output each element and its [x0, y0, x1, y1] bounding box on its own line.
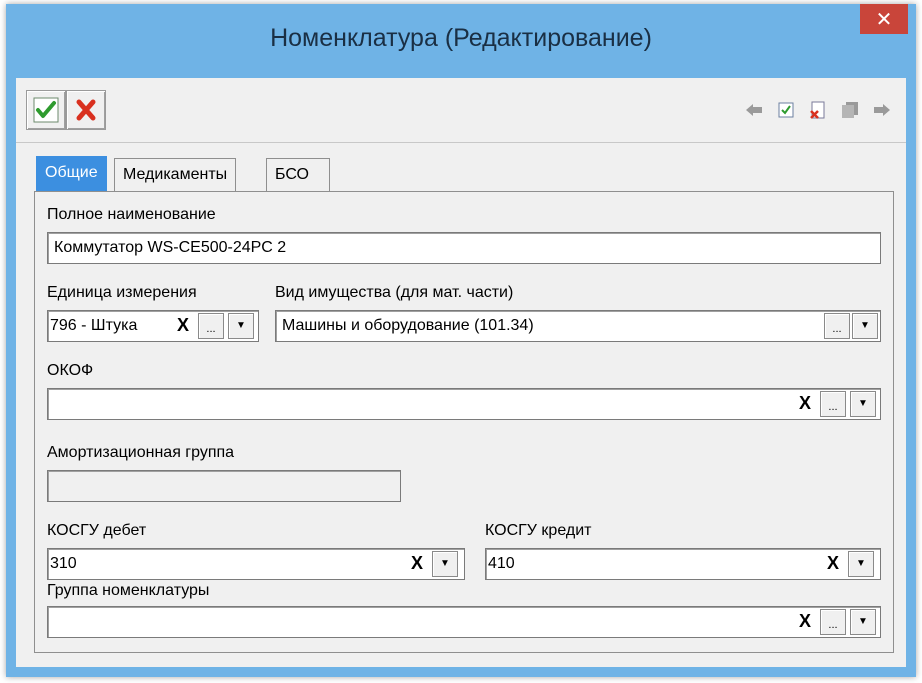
property-type-ellipsis-button[interactable]: ... [824, 313, 850, 339]
dialog-window: Номенклатура (Редактирование) ✕ Общие Ме… [6, 4, 916, 677]
nomenclature-group-field[interactable]: X ... ▼ [47, 606, 881, 638]
tab-bso[interactable]: БСО [266, 158, 330, 191]
kosgu-debit-dropdown-icon[interactable]: ▼ [432, 551, 458, 577]
nomenclature-group-ellipsis-button[interactable]: ... [820, 609, 846, 635]
unit-dropdown-icon[interactable]: ▼ [228, 313, 254, 339]
copy-document-button[interactable] [840, 100, 860, 120]
okof-field[interactable]: X ... ▼ [47, 388, 881, 420]
kosgu-debit-clear-icon[interactable]: X [406, 551, 428, 577]
checkmark-icon [33, 97, 59, 123]
kosgu-credit-clear-icon[interactable]: X [822, 551, 844, 577]
nomenclature-group-clear-icon[interactable]: X [794, 609, 816, 635]
kosgu-credit-label: КОСГУ кредит [485, 522, 592, 539]
property-type-dropdown-icon[interactable]: ▼ [852, 313, 878, 339]
okof-label: ОКОФ [47, 362, 94, 379]
unit-value: 796 - Штука [50, 317, 138, 334]
close-button[interactable]: ✕ [860, 4, 908, 34]
kosgu-debit-field[interactable]: 310 X ▼ [47, 548, 465, 580]
copy-document-icon [842, 102, 858, 118]
check-document-button[interactable] [776, 100, 796, 120]
kosgu-debit-value: 310 [50, 555, 77, 572]
full-name-value: Коммутатор WS-CE500-24PC 2 [54, 239, 287, 256]
tab-general[interactable]: Общие [36, 156, 107, 191]
unit-label: Единица измерения [47, 284, 197, 301]
nomenclature-group-dropdown-icon[interactable]: ▼ [850, 609, 876, 635]
property-type-value: Машины и оборудование (101.34) [282, 317, 534, 334]
tab-medications[interactable]: Медикаменты [114, 158, 237, 191]
depreciation-group-label: Амортизационная группа [47, 444, 235, 461]
unit-field[interactable]: 796 - Штука X ... ▼ [47, 310, 259, 342]
unit-ellipsis-button[interactable]: ... [198, 313, 224, 339]
okof-clear-icon[interactable]: X [794, 391, 816, 417]
kosgu-credit-value: 410 [488, 555, 515, 572]
nomenclature-group-label: Группа номенклатуры [47, 582, 210, 599]
kosgu-credit-field[interactable]: 410 X ▼ [485, 548, 881, 580]
delete-document-icon [810, 101, 825, 119]
depreciation-group-field [47, 470, 401, 502]
property-type-field[interactable]: Машины и оборудование (101.34) ... ▼ [275, 310, 881, 342]
unit-clear-icon[interactable]: X [172, 313, 194, 339]
next-record-button[interactable] [872, 100, 892, 120]
tab-panel-general: Полное наименование Коммутатор WS-CE500-… [34, 191, 894, 653]
arrow-left-icon [746, 104, 762, 116]
check-document-icon [778, 102, 794, 118]
okof-dropdown-icon[interactable]: ▼ [850, 391, 876, 417]
kosgu-debit-label: КОСГУ дебет [47, 522, 147, 539]
window-title: Номенклатура (Редактирование) [270, 24, 652, 52]
property-type-label: Вид имущества (для мат. части) [275, 284, 514, 301]
kosgu-credit-dropdown-icon[interactable]: ▼ [848, 551, 874, 577]
title-bar[interactable]: Номенклатура (Редактирование) ✕ [6, 4, 916, 78]
delete-document-button[interactable] [808, 100, 828, 120]
previous-record-button[interactable] [744, 100, 764, 120]
toolbar [16, 78, 906, 143]
red-x-icon [76, 99, 96, 121]
ok-button[interactable] [26, 90, 66, 130]
okof-ellipsis-button[interactable]: ... [820, 391, 846, 417]
arrow-right-icon [874, 104, 890, 116]
full-name-label: Полное наименование [47, 206, 216, 223]
dialog-client-area: Общие Медикаменты БСО Полное наименовани… [16, 78, 906, 667]
full-name-input[interactable]: Коммутатор WS-CE500-24PC 2 [47, 232, 881, 264]
cancel-button[interactable] [66, 90, 106, 130]
